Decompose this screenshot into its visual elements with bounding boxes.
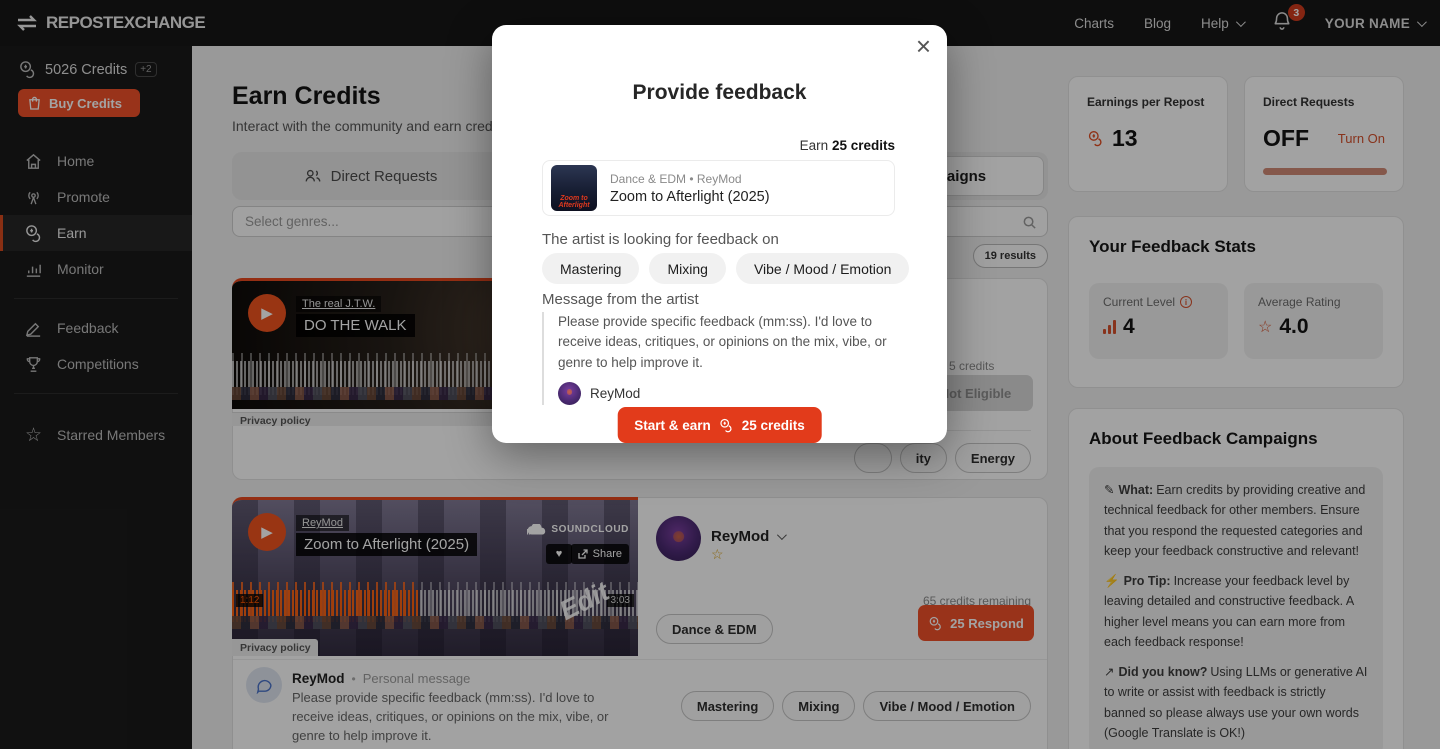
artist-message-quote: Please provide specific feedback (mm:ss)… (542, 312, 902, 405)
artist-author-row: ReyMod (558, 382, 902, 405)
screen: REPOSTEXCHANGE Charts Blog Help 3 YOUR N… (0, 0, 1440, 749)
coins-icon (719, 418, 734, 433)
close-icon[interactable]: × (916, 33, 931, 59)
artist-avatar (558, 382, 581, 405)
message-from-artist-label: Message from the artist (542, 291, 699, 308)
modal-feedback-tags: Mastering Mixing Vibe / Mood / Emotion (542, 253, 909, 284)
track-meta: Dance & EDM • ReyMod (610, 172, 770, 186)
earn-credits-label: Earn 25 credits (800, 138, 895, 153)
modal-title: Provide feedback (492, 81, 947, 105)
feedback-on-label: The artist is looking for feedback on (542, 231, 779, 248)
artist-name: ReyMod (590, 386, 640, 401)
tag-pill: Mixing (649, 253, 725, 284)
modal-track-card: Zoom to Afterlight Dance & EDM • ReyMod … (542, 160, 895, 216)
tag-pill: Mastering (542, 253, 639, 284)
tag-pill: Vibe / Mood / Emotion (736, 253, 909, 284)
provide-feedback-modal: × Provide feedback Earn 25 credits Zoom … (492, 25, 947, 443)
track-thumbnail: Zoom to Afterlight (551, 165, 597, 211)
track-title: Zoom to Afterlight (2025) (610, 189, 770, 205)
artist-message-text: Please provide specific feedback (mm:ss)… (558, 312, 902, 373)
start-and-earn-button[interactable]: Start & earn 25 credits (617, 407, 822, 443)
